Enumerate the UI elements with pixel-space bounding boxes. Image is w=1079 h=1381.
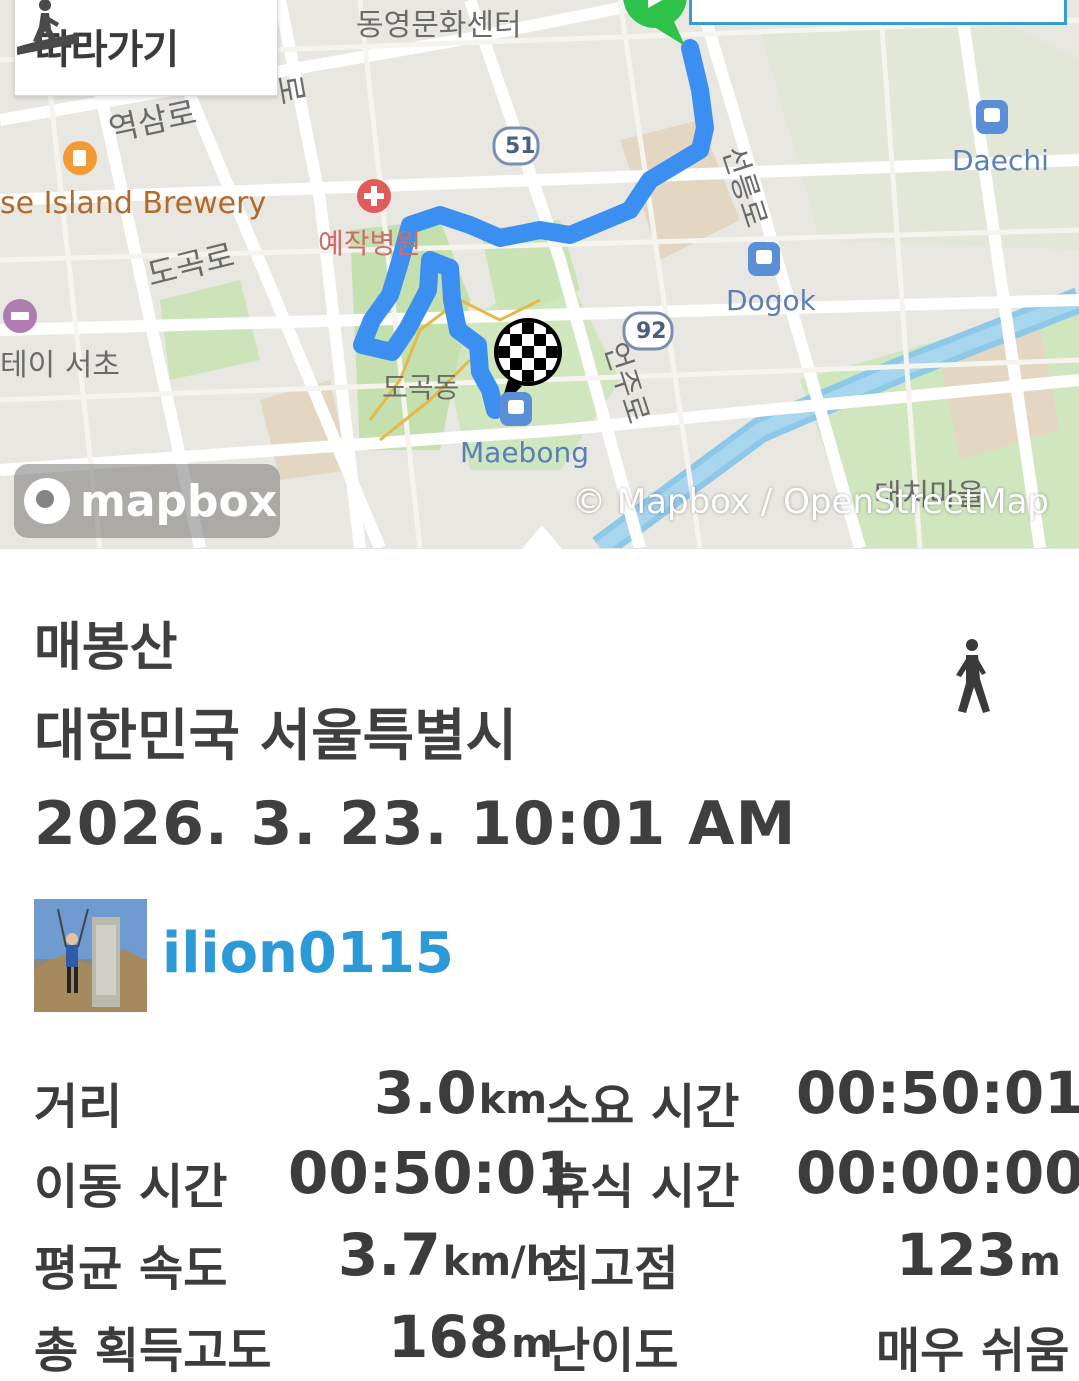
map-label-hospital: 예작병원 (318, 227, 422, 260)
distance-label: 거리 (34, 1079, 123, 1135)
duration-stat: 00:50:01 (796, 1059, 1079, 1127)
distance-value: 3.0 (374, 1059, 477, 1127)
distance-unit: km (478, 1077, 548, 1123)
activity-title: 매봉산 (34, 618, 178, 678)
mapbox-logo-text: mapbox (80, 475, 278, 527)
avg-speed-stat: 3.7km/h (338, 1221, 554, 1289)
hospital-icon (357, 179, 391, 213)
road-shield-92-label: 92 (636, 319, 667, 344)
difficulty-value: 매우 쉬움 (876, 1323, 1070, 1379)
map-attribution[interactable]: © Mapbox / OpenStreetMap (572, 482, 1049, 522)
map-label-stay: 테이 서초 (0, 348, 120, 383)
subway-icon-maebong (500, 392, 532, 426)
brewery-icon (63, 141, 97, 175)
hiker-follow-icon (17, 0, 79, 55)
hotel-icon (3, 299, 37, 333)
elevation-gain-label: 총 획득고도 (34, 1323, 272, 1379)
rest-time-label: 휴식 시간 (546, 1159, 740, 1215)
map-label-dongyeong: 동영문화센터 (356, 8, 522, 43)
top-info-box[interactable] (689, 0, 1067, 25)
activity-region: 대한민국 서울특별시 (34, 704, 518, 769)
duration-value: 00:50:01 (796, 1059, 1079, 1127)
subway-icon-daechi (976, 100, 1008, 134)
elevation-gain-stat: 168m (388, 1303, 553, 1371)
route-map[interactable]: 동영문화센터 역삼로 se Island Brewery 도곡로 예작병원 테이… (0, 0, 1079, 548)
mapbox-logo[interactable]: mapbox (14, 464, 280, 538)
rest-time-value: 00:00:00 (796, 1139, 1079, 1207)
difficulty-label: 난이도 (546, 1323, 679, 1379)
peak-unit: m (1019, 1239, 1061, 1285)
map-label-daechi: Daechi (952, 144, 1049, 177)
follow-button[interactable]: 따라가기 (14, 0, 278, 96)
duration-label: 소요 시간 (546, 1079, 740, 1135)
mapbox-logo-icon (24, 478, 70, 524)
moving-time-stat: 00:50:01 (288, 1139, 577, 1207)
distance-stat: 3.0km (374, 1059, 547, 1127)
map-label-brewery: se Island Brewery (0, 186, 267, 221)
username-link[interactable]: ilion0115 (162, 921, 454, 986)
subway-icon-dogok (748, 242, 780, 276)
rest-time-stat: 00:00:00 (796, 1139, 1079, 1207)
walking-person-icon (956, 639, 990, 713)
peak-stat: 123m (896, 1221, 1061, 1289)
map-label-maebong: Maebong (460, 436, 589, 469)
activity-datetime: 2026. 3. 23. 10:01 AM (34, 789, 797, 859)
hiker-photo (34, 899, 147, 1012)
map-label-dogok: Dogok (726, 284, 816, 317)
road-shield-51-label: 51 (505, 134, 536, 159)
avg-speed-unit: km/h (442, 1239, 555, 1285)
elevation-gain-value: 168 (388, 1303, 510, 1371)
map-pointer-caret (522, 525, 562, 549)
peak-label: 최고점 (546, 1241, 679, 1297)
activity-info-panel: 매봉산 대한민국 서울특별시 2026. 3. 23. 10:01 AM ili… (0, 525, 1079, 1379)
user-avatar[interactable] (34, 899, 147, 1012)
avg-speed-label: 평균 속도 (34, 1241, 228, 1297)
avg-speed-value: 3.7 (338, 1221, 441, 1289)
moving-time-value: 00:50:01 (288, 1139, 577, 1207)
peak-value: 123 (896, 1221, 1018, 1289)
moving-time-label: 이동 시간 (34, 1159, 228, 1215)
map-label-dogok-dong: 도곡동 (382, 371, 460, 404)
